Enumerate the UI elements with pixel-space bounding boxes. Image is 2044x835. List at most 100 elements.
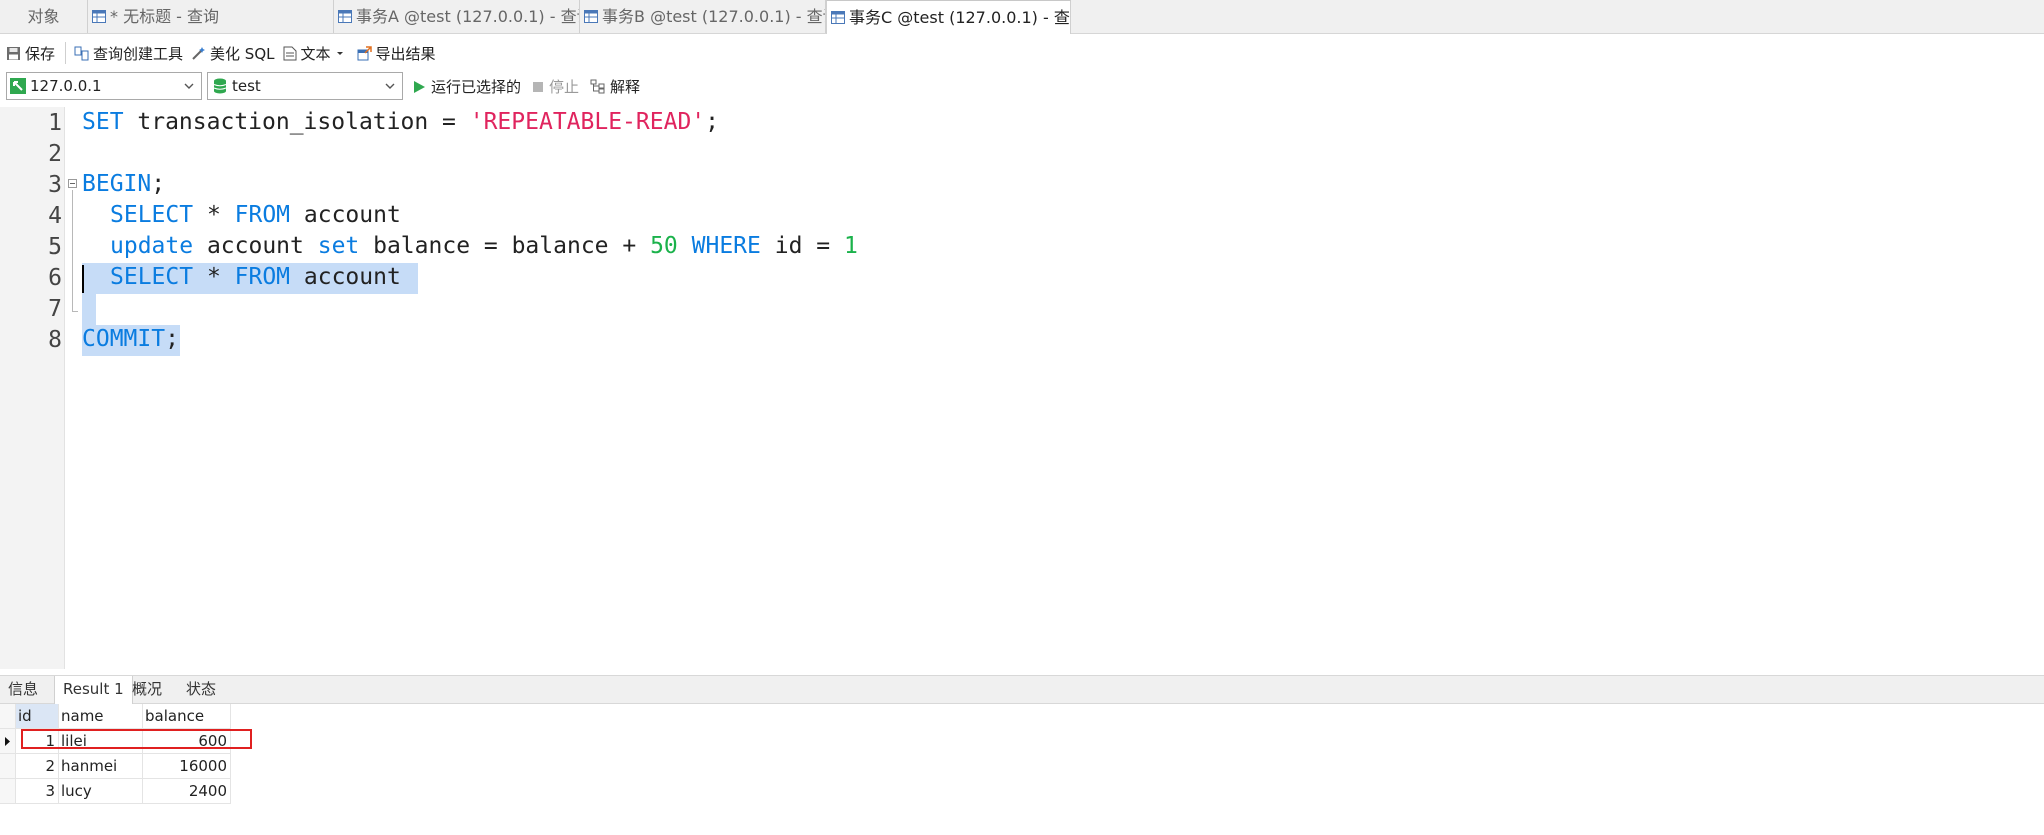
text-dropdown[interactable]: 文本 xyxy=(283,43,349,64)
tab-transaction-b[interactable]: 事务B @test (127.0.0.1) - 查询 xyxy=(580,0,826,33)
line-number: 4 xyxy=(48,203,62,229)
sql-text: balance = balance + xyxy=(359,233,651,259)
code-line-1: SET transaction_isolation = 'REPEATABLE-… xyxy=(82,107,719,138)
result-tab-bar: 信息 Result 1 概况 状态 xyxy=(0,675,2044,704)
sql-keyword: WHERE xyxy=(691,233,761,259)
sql-string: 'REPEATABLE-READ' xyxy=(469,109,706,135)
beautify-sql-label: 美化 SQL xyxy=(210,44,275,63)
save-icon xyxy=(7,46,20,60)
row-indicator[interactable] xyxy=(0,779,16,804)
connection-select[interactable]: 127.0.0.1 xyxy=(6,72,202,100)
explain-button[interactable]: 解释 xyxy=(590,76,640,97)
text-cursor xyxy=(82,265,84,293)
export-icon xyxy=(357,45,372,60)
selection-highlight xyxy=(82,294,96,325)
sql-keyword: update xyxy=(110,233,194,259)
grid-corner xyxy=(0,704,16,729)
sql-text: account xyxy=(193,233,318,259)
toolbar-divider xyxy=(65,42,67,64)
sql-keyword: SELECT xyxy=(110,264,194,290)
database-value: test xyxy=(232,77,261,95)
explain-icon xyxy=(590,79,605,94)
beautify-sql-button[interactable]: 美化 SQL xyxy=(191,43,275,64)
sql-text: id = xyxy=(760,233,844,259)
query-toolbar: 保存 查询创建工具 美化 SQL 文本 导出结果 xyxy=(0,36,2044,70)
connection-icon xyxy=(10,78,26,94)
sql-keyword: COMMIT xyxy=(82,326,166,352)
sql-editor[interactable]: 1 2 3 4 5 6 7 8 SET transaction_isolatio… xyxy=(0,107,2044,669)
column-header-balance[interactable]: balance xyxy=(143,704,231,729)
sql-keyword: BEGIN xyxy=(82,171,152,197)
query-builder-icon xyxy=(74,46,89,60)
tab-label: * 无标题 - 查询 xyxy=(110,7,220,26)
fold-guide-end xyxy=(72,311,78,312)
line-number: 3 xyxy=(48,172,62,198)
row-indicator[interactable] xyxy=(0,754,16,779)
query-builder-button[interactable]: 查询创建工具 xyxy=(74,43,183,64)
query-table-icon xyxy=(831,11,845,24)
code-line-6: SELECT * FROM account xyxy=(110,262,415,293)
run-selected-label: 运行已选择的 xyxy=(431,78,522,96)
sql-text: transaction_isolation = xyxy=(123,109,470,135)
annotation-highlight-box xyxy=(21,729,252,749)
tab-label: 事务B @test (127.0.0.1) - 查询 xyxy=(602,7,826,26)
line-number: 6 xyxy=(48,265,62,291)
magic-wand-icon xyxy=(192,46,206,60)
current-row-arrow-icon xyxy=(5,737,10,746)
tab-objects[interactable]: 对象 xyxy=(0,0,88,33)
text-label: 文本 xyxy=(300,44,331,63)
query-builder-label: 查询创建工具 xyxy=(93,44,184,63)
row-indicator[interactable] xyxy=(0,729,16,754)
code-line-5: update account set balance = balance + 5… xyxy=(110,231,858,262)
fold-toggle-icon[interactable] xyxy=(68,179,77,188)
sql-text: ; xyxy=(151,171,166,197)
tab-bar: 对象 * 无标题 - 查询 事务A @test (127.0.0.1) - 查询… xyxy=(0,0,2044,34)
sql-keyword: set xyxy=(317,233,360,259)
line-number: 2 xyxy=(48,141,62,167)
sql-text: * xyxy=(193,202,235,228)
database-select[interactable]: test xyxy=(207,72,403,100)
tab-transaction-a[interactable]: 事务A @test (127.0.0.1) - 查询 xyxy=(334,0,580,33)
export-results-button[interactable]: 导出结果 xyxy=(357,43,436,64)
explain-label: 解释 xyxy=(610,78,641,96)
column-header-id[interactable]: id xyxy=(16,704,59,729)
tab-overview[interactable]: 概况 xyxy=(124,676,170,703)
table-cell[interactable]: 16000 xyxy=(143,754,231,779)
table-cell[interactable]: 2 xyxy=(16,754,59,779)
stop-icon xyxy=(533,81,543,92)
tab-status[interactable]: 状态 xyxy=(178,676,224,703)
document-icon xyxy=(283,46,296,60)
tab-result-1[interactable]: Result 1 xyxy=(54,676,133,704)
tab-transaction-c-active[interactable]: 事务C @test (127.0.0.1) - 查询 xyxy=(826,0,1071,34)
save-button[interactable]: 保存 xyxy=(6,43,55,64)
export-results-label: 导出结果 xyxy=(375,44,436,63)
sql-keyword: SELECT xyxy=(110,202,194,228)
line-number: 5 xyxy=(48,234,62,260)
code-line-8: COMMIT; xyxy=(82,324,179,355)
table-cell[interactable]: lucy xyxy=(59,779,143,804)
query-table-icon xyxy=(92,10,106,23)
sql-keyword: FROM xyxy=(234,202,291,228)
table-cell[interactable]: 3 xyxy=(16,779,59,804)
column-header-name[interactable]: name xyxy=(59,704,143,729)
stop-label: 停止 xyxy=(549,78,580,96)
table-cell[interactable]: hanmei xyxy=(59,754,143,779)
sql-keyword: FROM xyxy=(234,264,291,290)
sql-text: ; xyxy=(705,109,719,135)
sql-number: 50 xyxy=(650,233,678,259)
tab-label: 对象 xyxy=(27,7,60,26)
sql-text: ; xyxy=(165,326,179,352)
tab-info[interactable]: 信息 xyxy=(0,676,46,703)
table-cell[interactable]: 2400 xyxy=(143,779,231,804)
run-selected-button[interactable]: 运行已选择的 xyxy=(412,76,521,97)
sql-text: account xyxy=(290,202,401,228)
dropdown-arrow-icon xyxy=(336,52,343,55)
save-label: 保存 xyxy=(25,44,56,63)
code-line-3: BEGIN; xyxy=(82,169,165,200)
stop-button[interactable]: 停止 xyxy=(532,76,579,97)
tab-untitled-query[interactable]: * 无标题 - 查询 xyxy=(88,0,334,33)
sql-text: account xyxy=(290,264,415,290)
fold-guide xyxy=(72,190,73,312)
tab-label: 事务A @test (127.0.0.1) - 查询 xyxy=(356,7,580,26)
